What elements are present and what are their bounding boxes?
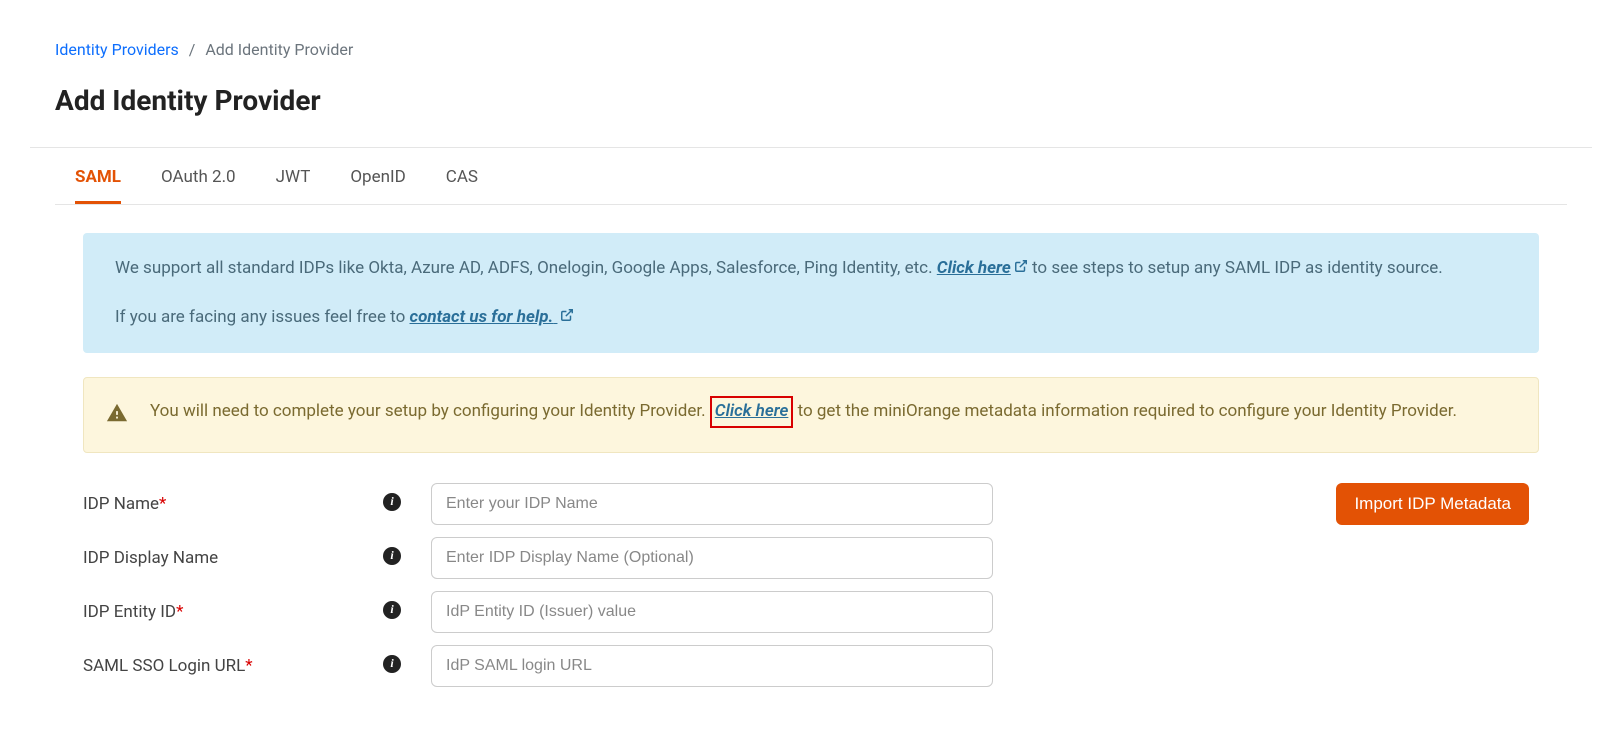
- tab-jwt[interactable]: JWT: [276, 157, 311, 204]
- warn-text-a: You will need to complete your setup by …: [150, 401, 710, 421]
- warning-icon: [106, 402, 128, 433]
- tab-oauth[interactable]: OAuth 2.0: [161, 157, 236, 204]
- info-alert: We support all standard IDPs like Okta, …: [83, 233, 1539, 353]
- tab-cas[interactable]: CAS: [446, 157, 478, 204]
- form: IDP Name* i Import IDP Metadata IDP Disp…: [83, 483, 1539, 687]
- breadcrumb-separator: /: [189, 40, 196, 59]
- warn-text-b: to get the miniOrange metadata informati…: [793, 401, 1457, 421]
- label-idp-name: IDP Name*: [83, 494, 383, 514]
- warning-alert: You will need to complete your setup by …: [83, 377, 1539, 452]
- info-icon[interactable]: i: [383, 493, 401, 511]
- saml-sso-login-url-field[interactable]: [431, 645, 993, 687]
- breadcrumb: Identity Providers / Add Identity Provid…: [55, 40, 1567, 59]
- external-link-icon: [560, 304, 574, 331]
- idp-display-name-field[interactable]: [431, 537, 993, 579]
- info-contact-link[interactable]: contact us for help.: [410, 307, 575, 327]
- idp-entity-id-field[interactable]: [431, 591, 993, 633]
- info-text-1a: We support all standard IDPs like Okta, …: [115, 258, 937, 278]
- tab-openid[interactable]: OpenID: [350, 157, 405, 204]
- info-text-2a: If you are facing any issues feel free t…: [115, 307, 410, 327]
- import-idp-metadata-button[interactable]: Import IDP Metadata: [1336, 483, 1529, 525]
- info-icon[interactable]: i: [383, 655, 401, 673]
- label-idp-entity-id: IDP Entity ID*: [83, 602, 383, 622]
- info-icon[interactable]: i: [383, 601, 401, 619]
- divider: [30, 147, 1592, 148]
- click-here-highlight: Click here: [710, 396, 794, 427]
- info-click-here-link[interactable]: Click here: [937, 258, 1028, 278]
- label-idp-display-name: IDP Display Name: [83, 548, 383, 568]
- breadcrumb-current: Add Identity Provider: [205, 40, 353, 59]
- page-title: Add Identity Provider: [55, 84, 1567, 117]
- warn-click-here-link[interactable]: Click here: [715, 401, 789, 421]
- breadcrumb-root-link[interactable]: Identity Providers: [55, 40, 179, 59]
- info-icon[interactable]: i: [383, 547, 401, 565]
- info-text-1b: to see steps to setup any SAML IDP as id…: [1028, 258, 1443, 278]
- tabs: SAML OAuth 2.0 JWT OpenID CAS: [75, 157, 1567, 204]
- label-saml-sso-login-url: SAML SSO Login URL*: [83, 656, 383, 676]
- tab-saml[interactable]: SAML: [75, 157, 121, 204]
- idp-name-field[interactable]: [431, 483, 993, 525]
- external-link-icon: [1014, 255, 1028, 282]
